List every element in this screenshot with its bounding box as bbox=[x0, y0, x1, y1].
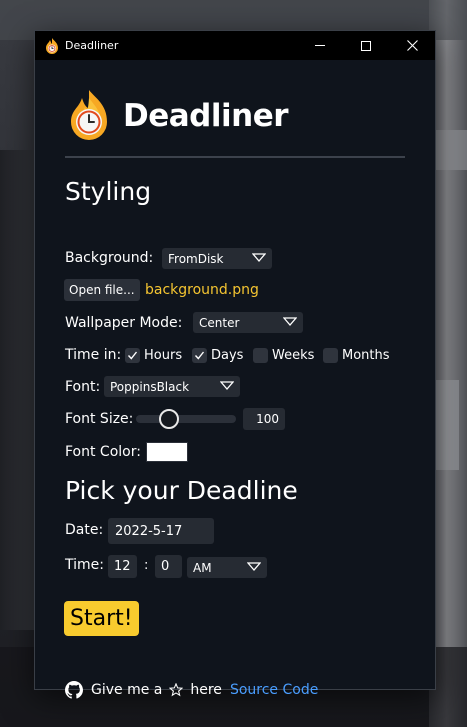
maximize-button[interactable] bbox=[343, 31, 389, 60]
styling-heading: Styling bbox=[65, 177, 152, 206]
weeks-label: Weeks bbox=[272, 348, 315, 363]
days-label: Days bbox=[211, 348, 244, 363]
chevron-down-icon bbox=[252, 253, 266, 262]
wallpaper-mode-value: Center bbox=[199, 315, 240, 330]
minimize-button[interactable] bbox=[297, 31, 343, 60]
star-icon bbox=[169, 683, 184, 697]
app-logo-icon bbox=[69, 90, 109, 142]
maximize-icon bbox=[361, 40, 371, 51]
app-name-heading: Deadliner bbox=[123, 98, 289, 134]
background-select[interactable]: FromDisk bbox=[162, 248, 272, 269]
footer-text-before: Give me a bbox=[91, 682, 163, 698]
font-size-slider-thumb[interactable] bbox=[159, 409, 179, 429]
app-flame-icon bbox=[45, 37, 59, 54]
background-select-value: FromDisk bbox=[168, 251, 224, 266]
deadline-heading: Pick your Deadline bbox=[65, 476, 298, 505]
title-bar[interactable]: Deadliner bbox=[35, 31, 435, 60]
weeks-checkbox[interactable] bbox=[253, 348, 268, 363]
app-window: Deadliner Deadliner Styling Background: … bbox=[34, 30, 436, 699]
chevron-down-icon bbox=[247, 562, 261, 571]
time-separator: : bbox=[144, 558, 149, 573]
footer: Give me a here Source Code bbox=[65, 681, 318, 699]
chevron-down-icon bbox=[283, 317, 297, 326]
font-color-label: Font Color: bbox=[65, 444, 141, 460]
checkmark-icon bbox=[127, 351, 138, 360]
months-checkbox[interactable] bbox=[323, 348, 338, 363]
hours-label: Hours bbox=[144, 348, 183, 363]
wallpaper-mode-label: Wallpaper Mode: bbox=[65, 315, 183, 331]
footer-text-after: here bbox=[190, 682, 222, 698]
minimize-icon bbox=[315, 45, 325, 46]
chevron-down-icon bbox=[220, 381, 234, 390]
background-label: Background: bbox=[65, 250, 154, 266]
start-button[interactable]: Start! bbox=[64, 601, 139, 636]
selected-file-name: background.png bbox=[145, 282, 259, 298]
date-label: Date: bbox=[65, 522, 104, 538]
source-code-link[interactable]: Source Code bbox=[230, 682, 318, 698]
open-file-button[interactable]: Open file... bbox=[64, 279, 140, 301]
minute-input[interactable]: 0 bbox=[155, 555, 182, 578]
font-select-value: PoppinsBlack bbox=[110, 379, 190, 394]
header-divider bbox=[65, 156, 405, 158]
ampm-select[interactable]: AM bbox=[187, 557, 267, 578]
checkmark-icon bbox=[194, 351, 205, 360]
time-in-label: Time in: bbox=[65, 347, 122, 363]
font-size-slider-track[interactable] bbox=[136, 415, 236, 423]
wallpaper-mode-select[interactable]: Center bbox=[193, 312, 303, 333]
github-icon bbox=[65, 681, 83, 699]
font-label: Font: bbox=[65, 379, 101, 395]
font-size-input[interactable]: 100 bbox=[243, 408, 285, 430]
font-size-label: Font Size: bbox=[65, 411, 134, 427]
ampm-select-value: AM bbox=[193, 560, 212, 575]
font-color-swatch[interactable] bbox=[146, 442, 188, 462]
hours-checkbox[interactable] bbox=[125, 348, 140, 363]
close-icon bbox=[406, 40, 418, 51]
hour-input[interactable]: 12 bbox=[108, 555, 137, 578]
app-header: Deadliner bbox=[69, 90, 289, 142]
window-title: Deadliner bbox=[65, 39, 119, 52]
date-input[interactable]: 2022-5-17 bbox=[108, 518, 214, 544]
time-label: Time: bbox=[65, 557, 104, 573]
font-select[interactable]: PoppinsBlack bbox=[104, 376, 240, 397]
months-label: Months bbox=[342, 348, 390, 363]
close-button[interactable] bbox=[389, 31, 435, 60]
days-checkbox[interactable] bbox=[192, 348, 207, 363]
